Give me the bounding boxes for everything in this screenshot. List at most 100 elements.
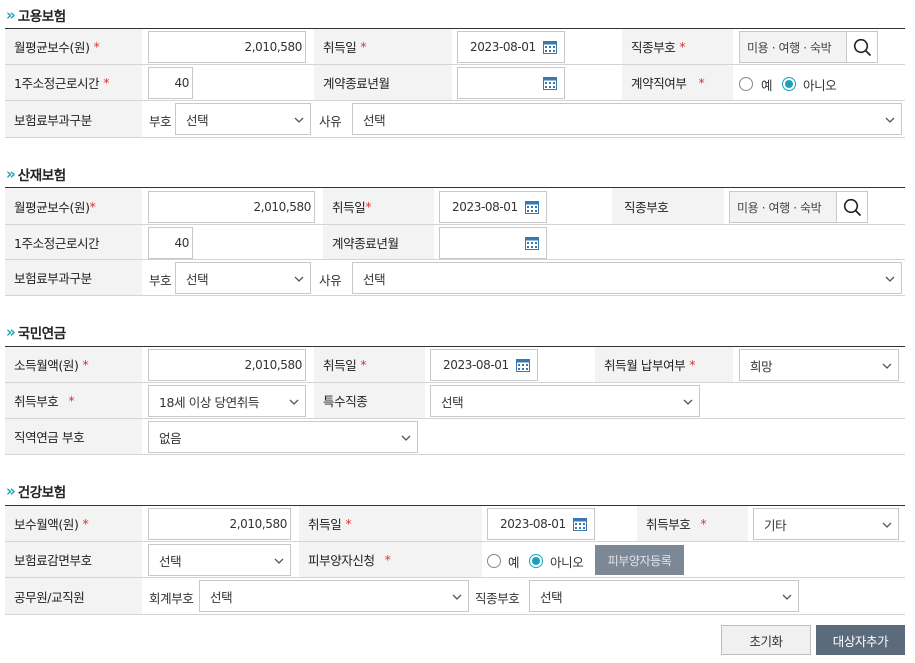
dependent-no-radio[interactable] xyxy=(529,554,543,568)
label-text: 월평균보수(원) xyxy=(14,199,90,215)
contract-no-radio[interactable] xyxy=(782,77,796,91)
dependent-yes-radio[interactable] xyxy=(487,554,501,568)
special-job-select[interactable]: 선택 xyxy=(430,385,700,417)
section-title-industrial: » 산재보험 xyxy=(6,164,66,184)
health-row-2: 보험료감면부호 선택 피부양자신청 * 예 아니오 피부양자등록 xyxy=(5,542,905,578)
contract-end-input[interactable] xyxy=(439,227,547,259)
job-code-field[interactable]: 미용 · 여행 · 숙박 xyxy=(739,31,878,63)
code-select[interactable]: 선택 xyxy=(175,103,311,135)
chevron-down-icon xyxy=(683,399,693,405)
contract-end-input[interactable] xyxy=(457,67,565,99)
calendar-icon[interactable] xyxy=(543,40,557,54)
job-code-value: 미용 · 여행 · 숙박 xyxy=(747,40,832,55)
reason-label: 사유 xyxy=(319,273,342,288)
required-mark: * xyxy=(345,516,352,531)
job-label: 직종부호 xyxy=(475,591,520,606)
acq-date-input[interactable]: 2023-08-01 xyxy=(487,508,595,540)
required-mark: * xyxy=(384,552,391,567)
section-title-employment: » 고용보험 xyxy=(6,5,66,25)
occ-pension-select[interactable]: 없음 xyxy=(148,421,418,453)
calendar-icon[interactable] xyxy=(525,236,539,250)
chevron-down-icon xyxy=(882,363,892,369)
health-row-1: 보수월액(원) * 2,010,580 취득일 * 2023-08-01 취득부호 *… xyxy=(5,506,905,542)
select-value: 선택 xyxy=(441,394,464,410)
job-select[interactable]: 선택 xyxy=(529,580,799,612)
industrial-row-2: 1주소정근로시간 40 계약종료년월 xyxy=(5,225,905,260)
label-text: 계약직여부 xyxy=(631,76,687,91)
calendar-icon[interactable] xyxy=(525,200,539,214)
select-value: 선택 xyxy=(363,271,386,287)
label-acq-date: 취득일 * xyxy=(299,506,482,541)
income-input[interactable]: 2,010,580 xyxy=(148,349,306,381)
chevron-down-icon xyxy=(885,117,895,123)
employment-row-1: 월평균보수(원) * 2,010,580 취득일 * 2023-08-01 직종부호… xyxy=(5,29,905,65)
calendar-icon[interactable] xyxy=(543,76,557,90)
label-hours: 1주소정근로시간 * xyxy=(5,65,142,100)
required-mark: * xyxy=(68,393,75,408)
reset-button[interactable]: 초기화 xyxy=(721,625,811,655)
contract-no-label: 아니오 xyxy=(803,78,837,93)
chevron-double-right-icon: » xyxy=(6,482,16,500)
label-text: 계약종료년월 xyxy=(323,76,390,91)
chevron-down-icon xyxy=(452,594,462,600)
monthly-wage-input[interactable]: 2,010,580 xyxy=(148,191,315,223)
acq-date-input[interactable]: 2023-08-01 xyxy=(457,31,565,63)
reduction-select[interactable]: 선택 xyxy=(148,544,291,576)
add-target-button[interactable]: 대상자추가 xyxy=(816,625,905,655)
chevron-down-icon xyxy=(294,276,304,282)
label-monthly-wage: 월평균보수(원) * xyxy=(5,188,142,224)
code-select[interactable]: 선택 xyxy=(175,262,311,294)
wage-input[interactable]: 2,010,580 xyxy=(148,508,291,540)
health-row-3: 공무원/교직원 회계부호 선택 직종부호 선택 xyxy=(5,578,905,615)
label-reduction: 보험료감면부호 xyxy=(5,542,142,577)
dependent-register-button[interactable]: 피부양자등록 xyxy=(595,545,684,575)
chevron-down-icon xyxy=(401,435,411,441)
label-acq-date: 취득일 * xyxy=(314,347,425,382)
required-mark: * xyxy=(698,75,705,90)
calendar-icon[interactable] xyxy=(516,358,530,372)
date-value: 2023-08-01 xyxy=(452,200,518,214)
select-value: 선택 xyxy=(186,112,209,128)
contract-yes-radio[interactable] xyxy=(739,77,753,91)
chevron-down-icon xyxy=(882,522,892,528)
hours-input[interactable]: 40 xyxy=(148,67,193,99)
contract-yes-label: 예 xyxy=(761,78,773,93)
month-pay-select[interactable]: 희망 xyxy=(739,349,899,381)
search-button[interactable] xyxy=(836,192,867,222)
required-mark: * xyxy=(82,357,89,372)
pension-row-3: 직역연금 부호 없음 xyxy=(5,419,905,455)
label-text: 취득일 xyxy=(323,358,357,373)
label-acq-code: 취득부호 * xyxy=(637,506,748,541)
label-text: 보수월액(원) xyxy=(14,517,79,532)
search-button[interactable] xyxy=(846,32,877,62)
acq-code-select[interactable]: 기타 xyxy=(753,508,899,540)
reason-select[interactable]: 선택 xyxy=(352,262,902,294)
chevron-double-right-icon: » xyxy=(6,165,16,183)
required-mark: * xyxy=(360,39,367,54)
acq-code-select[interactable]: 18세 이상 당연취득 xyxy=(148,385,306,417)
label-acq-date: 취득일 * xyxy=(314,29,452,64)
reason-select[interactable]: 선택 xyxy=(352,103,902,135)
select-value: 선택 xyxy=(363,112,386,128)
label-text: 소득월액(원) xyxy=(14,358,79,373)
section-title-health: » 건강보험 xyxy=(6,481,66,501)
industrial-row-1: 월평균보수(원) * 2,010,580 취득일 * 2023-08-01 직종부호… xyxy=(5,188,905,225)
label-contract-job: 계약직여부 * xyxy=(622,65,733,100)
section-title-text: 고용보험 xyxy=(17,9,66,25)
monthly-wage-input[interactable]: 2,010,580 xyxy=(148,31,306,63)
pension-row-2: 취득부호 * 18세 이상 당연취득 특수직종 선택 xyxy=(5,383,905,419)
industrial-row-3: 보험료부과구분 부호 선택 사유 선택 xyxy=(5,260,905,296)
acq-date-input[interactable]: 2023-08-01 xyxy=(439,191,547,223)
label-text: 보험료감면부호 xyxy=(14,553,92,568)
hours-input[interactable]: 40 xyxy=(148,227,193,259)
account-select[interactable]: 선택 xyxy=(199,580,469,612)
job-code-field[interactable]: 미용 · 여행 · 숙박 xyxy=(729,191,868,223)
calendar-icon[interactable] xyxy=(573,517,587,531)
label-job-code: 직종부호 xyxy=(612,188,724,224)
acq-date-input[interactable]: 2023-08-01 xyxy=(430,349,538,381)
required-mark: * xyxy=(89,198,96,214)
label-text: 취득부호 xyxy=(14,394,59,409)
label-wage: 보수월액(원) * xyxy=(5,506,142,541)
date-value: 2023-08-01 xyxy=(443,358,509,372)
chevron-down-icon xyxy=(885,276,895,282)
